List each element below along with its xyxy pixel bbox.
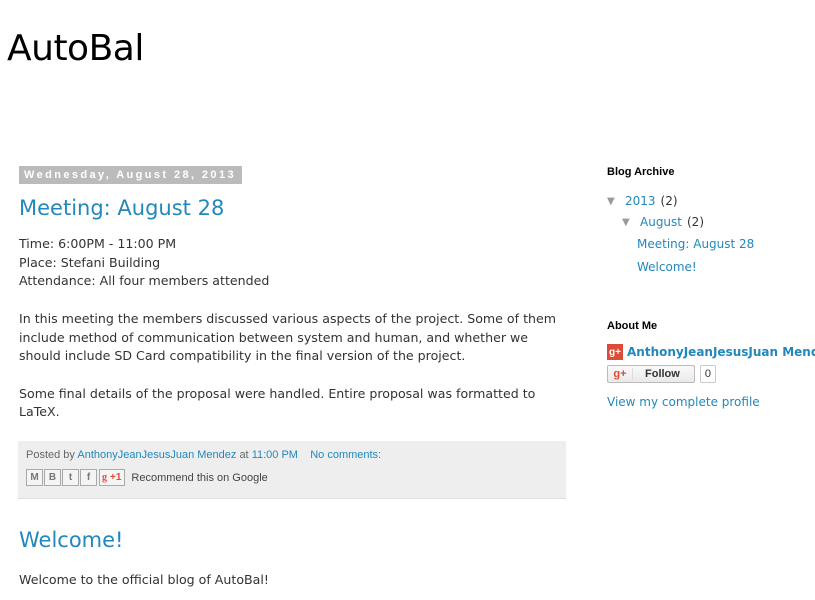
post-footer: Posted by AnthonyJeanJesusJuan Mendez at… bbox=[18, 441, 566, 499]
post-date-header: Wednesday, August 28, 2013 bbox=[19, 166, 242, 184]
blog-title[interactable]: AutoBal bbox=[7, 28, 144, 69]
google-plusone-button[interactable]: g +1 bbox=[99, 469, 126, 486]
post-body: Time: 6:00PM - 11:00 PM Place: Stefani B… bbox=[19, 235, 569, 422]
post-title-link[interactable]: Meeting: August 28 bbox=[19, 196, 224, 220]
follow-row: g+ Follow 0 bbox=[607, 365, 716, 383]
post-footer-line: Posted by AnthonyJeanJesusJuan Mendez at… bbox=[26, 449, 381, 461]
archive-post-item[interactable]: Meeting: August 28 bbox=[637, 237, 754, 251]
post-time-line: Time: 6:00PM - 11:00 PM bbox=[19, 236, 177, 251]
plusone-label: +1 bbox=[110, 472, 122, 483]
recommend-text: Recommend this on Google bbox=[131, 471, 268, 484]
post-title[interactable]: Meeting: August 28 bbox=[19, 195, 569, 221]
follow-button[interactable]: g+ Follow bbox=[607, 365, 695, 383]
archive-post-link[interactable]: Welcome! bbox=[637, 260, 697, 274]
post-title[interactable]: Welcome! bbox=[19, 528, 123, 552]
archive-post-item[interactable]: Welcome! bbox=[637, 260, 697, 274]
email-icon[interactable]: M bbox=[26, 469, 43, 486]
archive-year-count: (2) bbox=[660, 194, 678, 208]
twitter-icon[interactable]: t bbox=[62, 469, 79, 486]
sidebar: Blog Archive ▼ 2013 (2) ▼ August (2) Mee… bbox=[607, 166, 815, 409]
facebook-icon[interactable]: f bbox=[80, 469, 97, 486]
post-attendance-line: Attendance: All four members attended bbox=[19, 273, 270, 289]
share-buttons: M B t f g +1 Recommend this on Google bbox=[26, 469, 268, 486]
blog-archive-title: Blog Archive bbox=[607, 166, 675, 178]
archive-post-link[interactable]: Meeting: August 28 bbox=[637, 237, 754, 251]
main-column: Wednesday, August 28, 2013 Meeting: Augu… bbox=[18, 163, 569, 499]
profile-name-link[interactable]: AnthonyJeanJesusJuan Mendez bbox=[627, 345, 815, 359]
post-paragraph: Some final details of the proposal were … bbox=[19, 385, 536, 420]
post-paragraph: In this meeting the members discussed va… bbox=[19, 310, 556, 364]
google-plus-icon: g+ bbox=[608, 368, 633, 380]
post-title-link[interactable]: Welcome! bbox=[19, 528, 123, 552]
google-plus-icon: g+ bbox=[607, 344, 623, 360]
collapse-triangle-icon[interactable]: ▼ bbox=[607, 196, 625, 207]
archive-month-count: (2) bbox=[687, 215, 704, 229]
profile-name-row[interactable]: g+ AnthonyJeanJesusJuan Mendez bbox=[607, 344, 815, 360]
at-label: at bbox=[239, 449, 249, 461]
post-timestamp-link[interactable]: 11:00 PM bbox=[252, 449, 298, 461]
blogger-icon[interactable]: B bbox=[44, 469, 61, 486]
collapse-triangle-icon[interactable]: ▼ bbox=[622, 217, 640, 228]
archive-year-row[interactable]: ▼ 2013 (2) bbox=[607, 194, 678, 208]
post-place-line: Place: Stefani Building bbox=[19, 254, 161, 270]
archive-month-link[interactable]: August bbox=[640, 215, 682, 229]
follow-label: Follow bbox=[645, 368, 680, 380]
profile-link-row[interactable]: View my complete profile bbox=[607, 395, 760, 409]
google-plus-icon: g bbox=[102, 472, 107, 483]
comments-link[interactable]: No comments: bbox=[310, 449, 381, 461]
archive-month-row[interactable]: ▼ August (2) bbox=[622, 215, 704, 229]
about-me-title: About Me bbox=[607, 320, 658, 332]
post-body: Welcome to the official blog of AutoBal! bbox=[19, 572, 269, 587]
posted-by-label: Posted by bbox=[26, 449, 75, 461]
archive-year-link[interactable]: 2013 bbox=[625, 194, 656, 208]
view-profile-link[interactable]: View my complete profile bbox=[607, 395, 760, 409]
follower-count: 0 bbox=[699, 365, 716, 383]
post-author-link[interactable]: AnthonyJeanJesusJuan Mendez bbox=[77, 449, 236, 461]
